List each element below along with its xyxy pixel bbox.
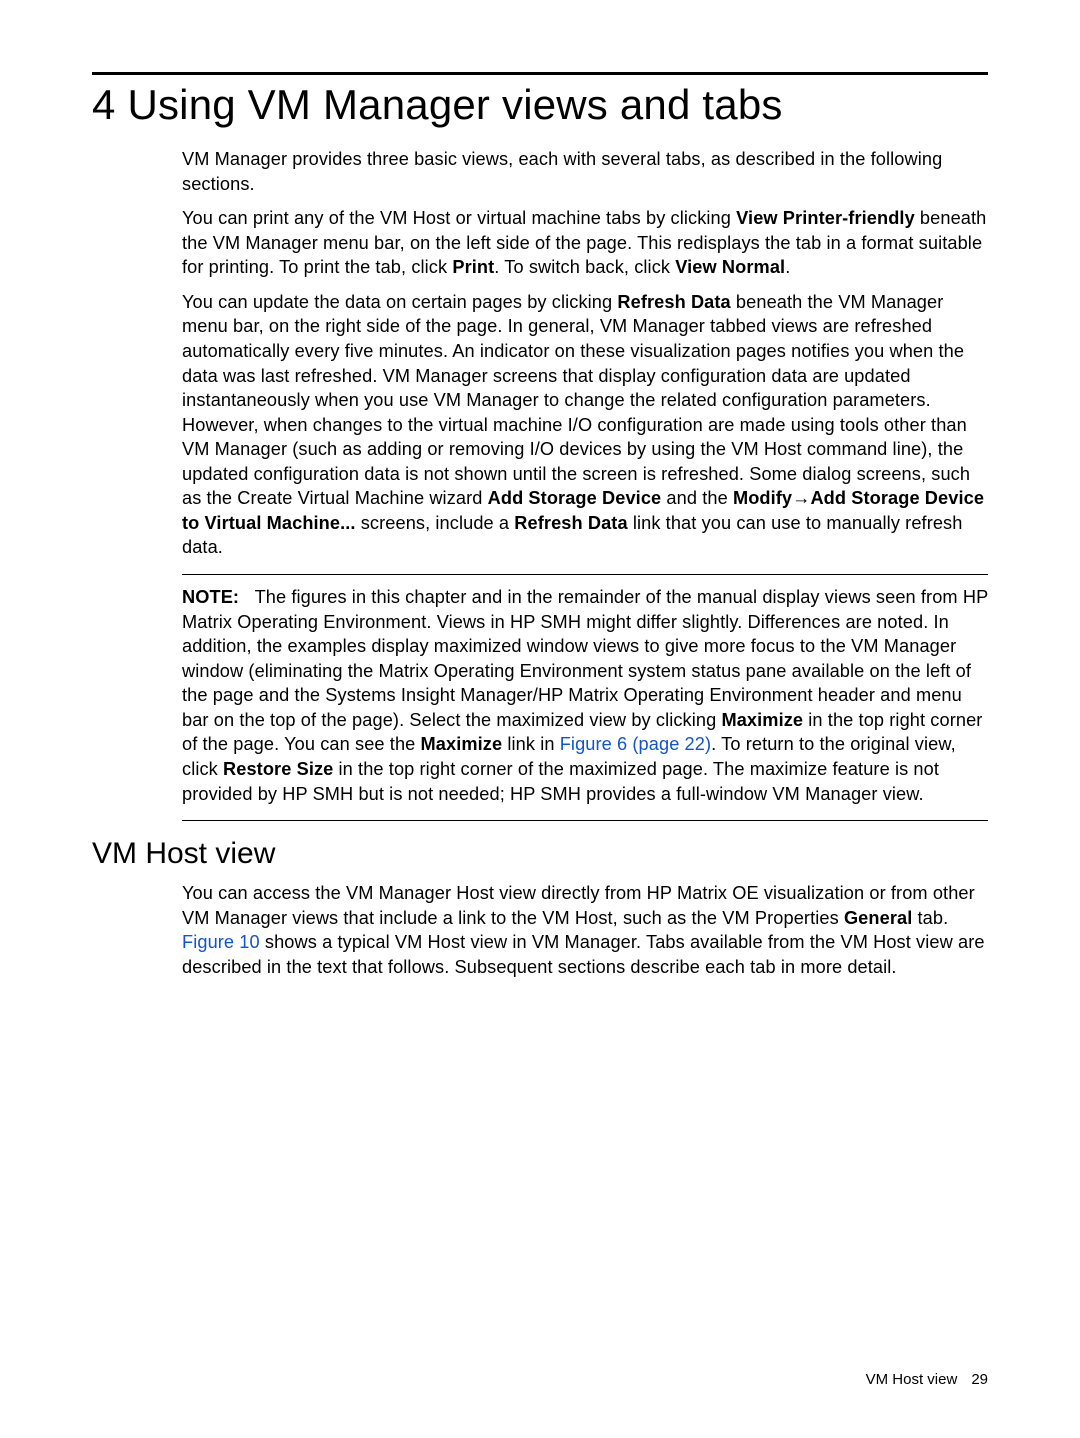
view-printer-friendly-label: View Printer-friendly [736, 208, 915, 228]
text-run: screens, include a [356, 513, 515, 533]
text-run: The figures in this chapter and in the r… [182, 587, 988, 730]
text-run: tab. [912, 908, 948, 928]
view-normal-label: View Normal [675, 257, 785, 277]
general-tab-label: General [844, 908, 912, 928]
text-run: link in [502, 734, 560, 754]
maximize-label-2: Maximize [421, 734, 503, 754]
print-paragraph: You can print any of the VM Host or virt… [182, 206, 988, 280]
page-footer: VM Host view 29 [866, 1371, 988, 1388]
note-paragraph: NOTE: The figures in this chapter and in… [182, 585, 988, 806]
refresh-data-link-label: Refresh Data [514, 513, 627, 533]
arrow-icon: → [792, 488, 810, 508]
text-run: and the [661, 488, 733, 508]
refresh-data-label: Refresh Data [617, 292, 730, 312]
note-rule-bottom [182, 820, 988, 821]
footer-page-number: 29 [971, 1371, 988, 1388]
body-block: VM Manager provides three basic views, e… [182, 147, 988, 821]
intro-paragraph: VM Manager provides three basic views, e… [182, 147, 988, 196]
restore-size-label: Restore Size [223, 759, 333, 779]
text-run: You can update the data on certain pages… [182, 292, 617, 312]
text-run: . To switch back, click [494, 257, 675, 277]
vm-host-view-paragraph: You can access the VM Manager Host view … [182, 881, 988, 979]
figure-6-link[interactable]: Figure 6 (page 22) [560, 734, 711, 754]
note-rule-top [182, 574, 988, 575]
figure-10-link[interactable]: Figure 10 [182, 932, 260, 952]
text-run: . [785, 257, 790, 277]
page-container: 4 Using VM Manager views and tabs VM Man… [0, 0, 1080, 1438]
modify-label: Modify [733, 488, 792, 508]
maximize-label: Maximize [721, 710, 803, 730]
chapter-heading: 4 Using VM Manager views and tabs [92, 81, 988, 129]
note-label: NOTE: [182, 587, 239, 607]
chapter-number: 4 [92, 81, 116, 128]
section-body: You can access the VM Manager Host view … [182, 881, 988, 979]
print-label: Print [452, 257, 494, 277]
text-run: shows a typical VM Host view in VM Manag… [182, 932, 985, 977]
chapter-title: Using VM Manager views and tabs [127, 81, 782, 128]
chapter-rule [92, 72, 988, 75]
refresh-paragraph: You can update the data on certain pages… [182, 290, 988, 560]
text-run: beneath the VM Manager menu bar, on the … [182, 292, 970, 509]
add-storage-device-label: Add Storage Device [488, 488, 662, 508]
section-heading-vm-host-view: VM Host view [92, 837, 988, 871]
footer-section-title: VM Host view [866, 1371, 958, 1388]
text-run: You can print any of the VM Host or virt… [182, 208, 736, 228]
